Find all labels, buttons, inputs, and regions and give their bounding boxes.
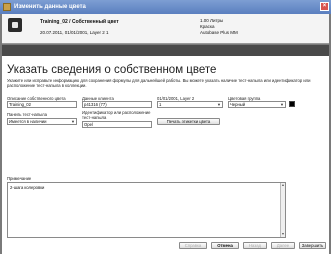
color-group-value: Черный (230, 102, 246, 107)
header-panel: Training_02 / Собственный цвет 20.07.201… (2, 14, 329, 44)
spray-id-input[interactable]: Opel (82, 121, 152, 128)
app-icon (3, 3, 11, 11)
scroll-down-icon[interactable]: ▼ (281, 232, 285, 237)
intro-text: Укажите или исправьте информацию для сох… (7, 78, 311, 88)
help-button[interactable]: Справка (179, 242, 207, 249)
notes-scrollbar[interactable]: ▲ ▼ (280, 183, 285, 237)
print-label-button[interactable]: Печать этикетки цвета (157, 118, 220, 125)
customer-data-input[interactable]: p41316 (77) (82, 101, 152, 108)
notes-value: 2-шагa колеровки (10, 185, 45, 190)
finish-button[interactable]: Завершить (299, 242, 326, 249)
dialog-window: Изменить данные цвета × Training_02 / Со… (0, 0, 331, 254)
date-layer-select[interactable]: 1 ▼ (157, 101, 223, 108)
color-swatch (289, 101, 295, 107)
main-content: Указать сведения о собственном цвете Ука… (2, 56, 329, 254)
cancel-button[interactable]: Отмена (211, 242, 239, 249)
header-divider (2, 45, 329, 56)
header-subtitle: 20.07.2011, 01/01/2001, Layer 2 1 (40, 30, 109, 35)
spray-id-label: Идентификатор или расположение тест-напы… (82, 110, 151, 120)
scroll-up-icon[interactable]: ▲ (281, 183, 285, 188)
header-info-product: Autobase Plus MM (200, 30, 238, 35)
notes-label: Примечание (7, 176, 32, 181)
spray-panel-label: Панель тест-напыла (7, 112, 47, 117)
header-info: 1.00 Литры Краска Autobase Plus MM (200, 18, 238, 36)
spray-panel-value: Имеется в наличии (9, 119, 47, 124)
page-title: Указать сведения о собственном цвете (7, 64, 217, 76)
title-bar: Изменить данные цвета × (0, 0, 331, 14)
color-group-select[interactable]: Черный ▼ (228, 101, 286, 108)
chevron-down-icon: ▼ (71, 119, 75, 124)
chevron-down-icon: ▼ (280, 102, 284, 107)
notes-textarea[interactable]: 2-шагa колеровки ▲ ▼ (7, 182, 286, 238)
logo-icon (8, 18, 22, 32)
next-button[interactable]: Далее (271, 242, 295, 249)
color-desc-input[interactable]: Training_02 (7, 101, 77, 108)
date-layer-value: 1 (159, 102, 162, 107)
back-button[interactable]: Назад (243, 242, 267, 249)
close-icon[interactable]: × (320, 2, 329, 11)
window-title: Изменить данные цвета (14, 4, 86, 10)
header-title: Training_02 / Собственный цвет (40, 19, 119, 25)
chevron-down-icon: ▼ (217, 102, 221, 107)
spray-panel-select[interactable]: Имеется в наличии ▼ (7, 118, 77, 125)
